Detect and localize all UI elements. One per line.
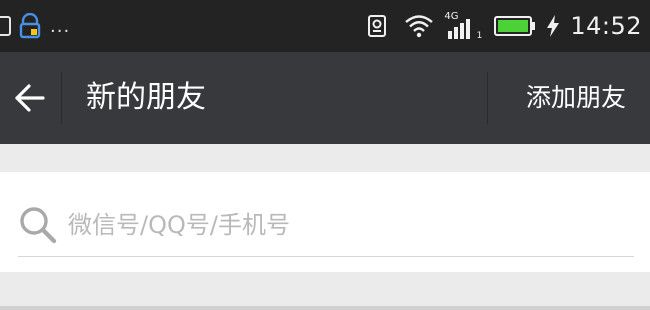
wifi-icon: [404, 14, 434, 38]
add-friend-button[interactable]: 添加朋友: [526, 52, 626, 144]
lock-notification-icon: [18, 13, 42, 39]
list-top-edge: [0, 306, 650, 310]
search-card: [0, 172, 650, 272]
content-area: [0, 272, 650, 310]
title-divider-right: [487, 72, 488, 124]
image-icon: [0, 15, 12, 37]
status-bar: ... 4G 1 14:52: [0, 0, 650, 52]
search-icon: [18, 205, 58, 245]
overflow-notifications: ...: [50, 15, 71, 37]
back-button[interactable]: [0, 52, 60, 144]
signal-icon: 4G 1: [444, 11, 484, 41]
charging-icon: [546, 14, 560, 38]
page-title: 新的朋友: [86, 80, 206, 115]
clock: 14:52: [570, 12, 642, 40]
arrow-left-icon: [13, 81, 47, 115]
vibrate-icon: [366, 14, 388, 38]
title-divider-left: [61, 72, 62, 124]
search-input[interactable]: [68, 196, 608, 254]
sim-slot: 1: [476, 31, 483, 41]
search-bar: [18, 196, 634, 257]
title-bar: 新的朋友 添加朋友: [0, 52, 650, 144]
battery-icon: [494, 15, 536, 37]
